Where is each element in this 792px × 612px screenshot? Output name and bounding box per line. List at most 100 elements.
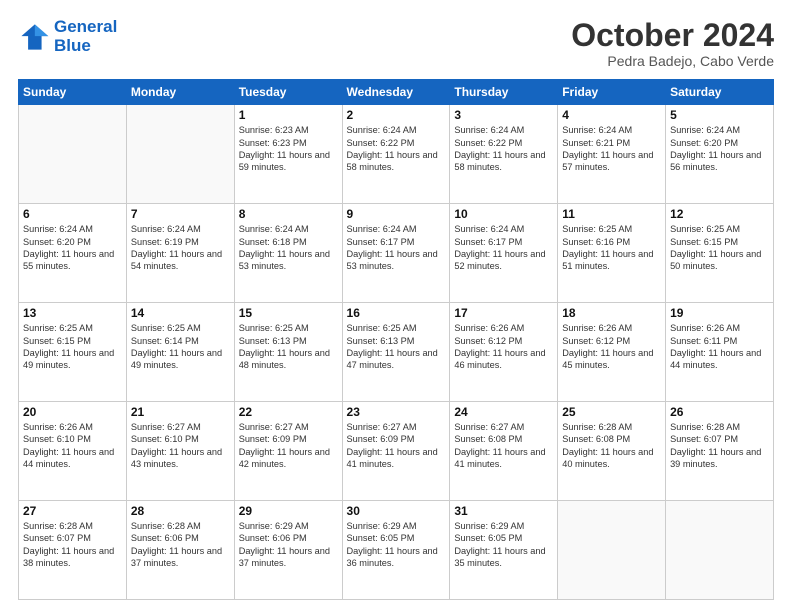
calendar-cell: 23Sunrise: 6:27 AM Sunset: 6:09 PM Dayli…	[342, 402, 450, 501]
day-info: Sunrise: 6:25 AM Sunset: 6:15 PM Dayligh…	[670, 223, 769, 273]
day-number: 6	[23, 207, 122, 221]
day-info: Sunrise: 6:25 AM Sunset: 6:13 PM Dayligh…	[347, 322, 446, 372]
calendar-cell: 3 Sunrise: 6:24 AM Sunset: 6:22 PM Daylig…	[450, 105, 558, 204]
day-info: Sunrise: 6:25 AM Sunset: 6:13 PM Dayligh…	[239, 322, 338, 372]
day-number: 22	[239, 405, 338, 419]
day-info: Sunrise: 6:25 AM Sunset: 6:16 PM Dayligh…	[562, 223, 661, 273]
calendar-cell: 13Sunrise: 6:25 AM Sunset: 6:15 PM Dayli…	[19, 303, 127, 402]
day-number: 26	[670, 405, 769, 419]
calendar-cell	[666, 501, 774, 600]
calendar-cell: 16 Sunrise: 6:25 AM Sunset: 6:13 PM Dayli…	[342, 303, 450, 402]
col-sunday: Sunday	[19, 80, 127, 105]
col-monday: Monday	[126, 80, 234, 105]
logo-icon	[18, 21, 50, 53]
week-row-4: 20 Sunrise: 6:26 AM Sunset: 6:10 PM Dayli…	[19, 402, 774, 501]
day-info: Sunrise: 6:24 AM Sunset: 6:17 PM Dayligh…	[454, 223, 553, 273]
day-number: 17	[454, 306, 553, 320]
calendar-cell: 30 Sunrise: 6:29 AM Sunset: 6:05 PM Dayli…	[342, 501, 450, 600]
day-number: 20	[23, 405, 122, 419]
location-subtitle: Pedra Badejo, Cabo Verde	[571, 53, 774, 69]
day-info: Sunrise: 6:27 AM Sunset: 6:09 PM Dayligh…	[239, 421, 338, 471]
day-info: Sunrise: 6:25 AM Sunset: 6:14 PM Dayligh…	[131, 322, 230, 372]
day-info: Sunrise: 6:28 AM Sunset: 6:08 PM Dayligh…	[562, 421, 661, 471]
col-wednesday: Wednesday	[342, 80, 450, 105]
logo: General Blue	[18, 18, 117, 55]
calendar-cell: 7 Sunrise: 6:24 AM Sunset: 6:19 PM Daylig…	[126, 204, 234, 303]
day-number: 1	[239, 108, 338, 122]
calendar-cell: 22 Sunrise: 6:27 AM Sunset: 6:09 PM Dayli…	[234, 402, 342, 501]
week-row-1: 1 Sunrise: 6:23 AM Sunset: 6:23 PM Daylig…	[19, 105, 774, 204]
col-thursday: Thursday	[450, 80, 558, 105]
calendar-cell: 21Sunrise: 6:27 AM Sunset: 6:10 PM Dayli…	[126, 402, 234, 501]
calendar-cell: 18 Sunrise: 6:26 AM Sunset: 6:12 PM Dayli…	[558, 303, 666, 402]
calendar-cell: 9 Sunrise: 6:24 AM Sunset: 6:17 PM Daylig…	[342, 204, 450, 303]
day-number: 8	[239, 207, 338, 221]
calendar-cell: 24 Sunrise: 6:27 AM Sunset: 6:08 PM Dayli…	[450, 402, 558, 501]
calendar-cell: 8 Sunrise: 6:24 AM Sunset: 6:18 PM Daylig…	[234, 204, 342, 303]
day-number: 7	[131, 207, 230, 221]
day-number: 29	[239, 504, 338, 518]
day-number: 31	[454, 504, 553, 518]
calendar-cell: 19Sunrise: 6:26 AM Sunset: 6:11 PM Dayli…	[666, 303, 774, 402]
day-info: Sunrise: 6:29 AM Sunset: 6:06 PM Dayligh…	[239, 520, 338, 570]
day-info: Sunrise: 6:24 AM Sunset: 6:22 PM Dayligh…	[454, 124, 553, 174]
calendar-cell: 5 Sunrise: 6:24 AM Sunset: 6:20 PM Daylig…	[666, 105, 774, 204]
day-info: Sunrise: 6:24 AM Sunset: 6:17 PM Dayligh…	[347, 223, 446, 273]
day-info: Sunrise: 6:24 AM Sunset: 6:22 PM Dayligh…	[347, 124, 446, 174]
day-number: 18	[562, 306, 661, 320]
day-number: 3	[454, 108, 553, 122]
day-number: 27	[23, 504, 122, 518]
day-info: Sunrise: 6:26 AM Sunset: 6:12 PM Dayligh…	[454, 322, 553, 372]
day-info: Sunrise: 6:28 AM Sunset: 6:07 PM Dayligh…	[23, 520, 122, 570]
day-number: 16	[347, 306, 446, 320]
day-info: Sunrise: 6:24 AM Sunset: 6:19 PM Dayligh…	[131, 223, 230, 273]
title-block: October 2024 Pedra Badejo, Cabo Verde	[571, 18, 774, 69]
day-number: 28	[131, 504, 230, 518]
calendar-cell: 14Sunrise: 6:25 AM Sunset: 6:14 PM Dayli…	[126, 303, 234, 402]
calendar-cell: 15Sunrise: 6:25 AM Sunset: 6:13 PM Dayli…	[234, 303, 342, 402]
calendar-cell: 28Sunrise: 6:28 AM Sunset: 6:06 PM Dayli…	[126, 501, 234, 600]
day-number: 30	[347, 504, 446, 518]
calendar-cell: 27 Sunrise: 6:28 AM Sunset: 6:07 PM Dayli…	[19, 501, 127, 600]
day-info: Sunrise: 6:24 AM Sunset: 6:20 PM Dayligh…	[23, 223, 122, 273]
day-info: Sunrise: 6:26 AM Sunset: 6:11 PM Dayligh…	[670, 322, 769, 372]
calendar-cell	[126, 105, 234, 204]
calendar-cell: 29 Sunrise: 6:29 AM Sunset: 6:06 PM Dayli…	[234, 501, 342, 600]
calendar-table: Sunday Monday Tuesday Wednesday Thursday…	[18, 79, 774, 600]
month-title: October 2024	[571, 18, 774, 53]
day-info: Sunrise: 6:27 AM Sunset: 6:08 PM Dayligh…	[454, 421, 553, 471]
day-info: Sunrise: 6:23 AM Sunset: 6:23 PM Dayligh…	[239, 124, 338, 174]
calendar-cell: 6 Sunrise: 6:24 AM Sunset: 6:20 PM Daylig…	[19, 204, 127, 303]
day-info: Sunrise: 6:24 AM Sunset: 6:20 PM Dayligh…	[670, 124, 769, 174]
day-number: 9	[347, 207, 446, 221]
day-number: 12	[670, 207, 769, 221]
day-info: Sunrise: 6:26 AM Sunset: 6:12 PM Dayligh…	[562, 322, 661, 372]
day-number: 4	[562, 108, 661, 122]
day-info: Sunrise: 6:27 AM Sunset: 6:09 PM Dayligh…	[347, 421, 446, 471]
day-number: 25	[562, 405, 661, 419]
calendar-cell: 26Sunrise: 6:28 AM Sunset: 6:07 PM Dayli…	[666, 402, 774, 501]
day-number: 5	[670, 108, 769, 122]
calendar-cell	[558, 501, 666, 600]
week-row-5: 27 Sunrise: 6:28 AM Sunset: 6:07 PM Dayli…	[19, 501, 774, 600]
calendar-cell: 31Sunrise: 6:29 AM Sunset: 6:05 PM Dayli…	[450, 501, 558, 600]
week-row-3: 13Sunrise: 6:25 AM Sunset: 6:15 PM Dayli…	[19, 303, 774, 402]
header-row: Sunday Monday Tuesday Wednesday Thursday…	[19, 80, 774, 105]
calendar-cell	[19, 105, 127, 204]
day-number: 2	[347, 108, 446, 122]
day-number: 10	[454, 207, 553, 221]
day-info: Sunrise: 6:29 AM Sunset: 6:05 PM Dayligh…	[347, 520, 446, 570]
calendar-cell: 25 Sunrise: 6:28 AM Sunset: 6:08 PM Dayli…	[558, 402, 666, 501]
calendar-cell: 4Sunrise: 6:24 AM Sunset: 6:21 PM Daylig…	[558, 105, 666, 204]
calendar-cell: 2 Sunrise: 6:24 AM Sunset: 6:22 PM Daylig…	[342, 105, 450, 204]
calendar-cell: 10 Sunrise: 6:24 AM Sunset: 6:17 PM Dayli…	[450, 204, 558, 303]
day-info: Sunrise: 6:24 AM Sunset: 6:18 PM Dayligh…	[239, 223, 338, 273]
page: General Blue October 2024 Pedra Badejo, …	[0, 0, 792, 612]
day-number: 11	[562, 207, 661, 221]
col-saturday: Saturday	[666, 80, 774, 105]
week-row-2: 6 Sunrise: 6:24 AM Sunset: 6:20 PM Daylig…	[19, 204, 774, 303]
day-info: Sunrise: 6:26 AM Sunset: 6:10 PM Dayligh…	[23, 421, 122, 471]
day-number: 24	[454, 405, 553, 419]
col-friday: Friday	[558, 80, 666, 105]
calendar-cell: 1 Sunrise: 6:23 AM Sunset: 6:23 PM Daylig…	[234, 105, 342, 204]
